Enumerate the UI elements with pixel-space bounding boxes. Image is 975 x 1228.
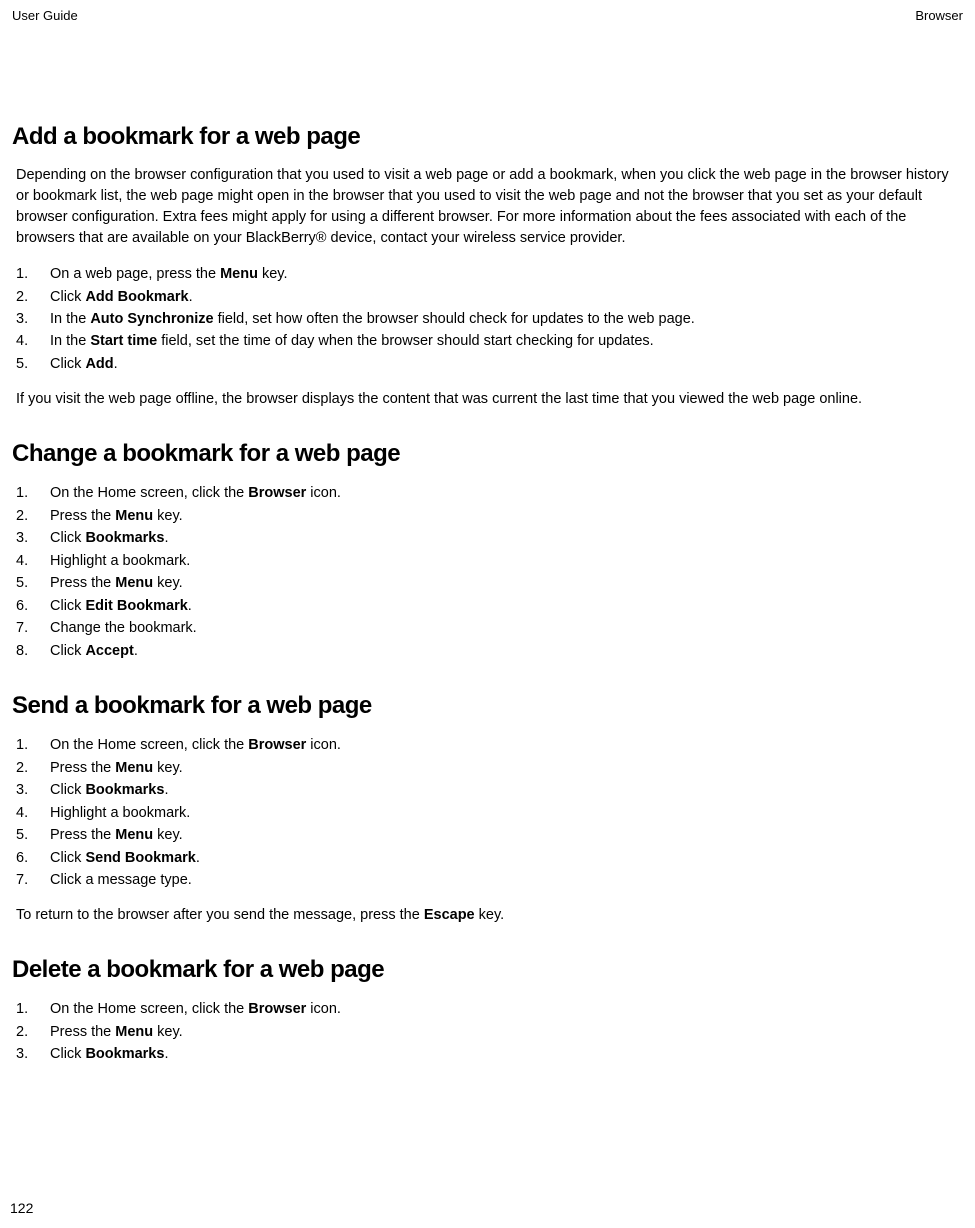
section-delete-title: Delete a bookmark for a web page: [12, 956, 963, 984]
list-item: On the Home screen, click the Browser ic…: [16, 734, 963, 756]
list-item: On a web page, press the Menu key.: [16, 263, 963, 285]
list-item: Highlight a bookmark.: [16, 802, 963, 824]
list-item: Press the Menu key.: [16, 572, 963, 594]
list-item: Change the bookmark.: [16, 617, 963, 639]
section-add-steps: On a web page, press the Menu key. Click…: [16, 263, 963, 375]
page-number: 122: [10, 1200, 33, 1216]
header-right: Browser: [915, 8, 963, 23]
header-left: User Guide: [12, 8, 78, 23]
list-item: Press the Menu key.: [16, 757, 963, 779]
list-item: Click Edit Bookmark.: [16, 595, 963, 617]
list-item: Press the Menu key.: [16, 505, 963, 527]
section-change-title: Change a bookmark for a web page: [12, 440, 963, 468]
list-item: Click Bookmarks.: [16, 1043, 963, 1065]
list-item: On the Home screen, click the Browser ic…: [16, 482, 963, 504]
section-delete-steps: On the Home screen, click the Browser ic…: [16, 998, 963, 1065]
list-item: Press the Menu key.: [16, 824, 963, 846]
list-item: On the Home screen, click the Browser ic…: [16, 998, 963, 1020]
list-item: Click Bookmarks.: [16, 527, 963, 549]
list-item: Click Add Bookmark.: [16, 286, 963, 308]
section-add-after: If you visit the web page offline, the b…: [16, 389, 963, 410]
list-item: Press the Menu key.: [16, 1021, 963, 1043]
list-item: Click Add.: [16, 353, 963, 375]
list-item: Click Accept.: [16, 640, 963, 662]
list-item: Click a message type.: [16, 869, 963, 891]
section-add-intro: Depending on the browser configuration t…: [16, 165, 963, 249]
section-send-after: To return to the browser after you send …: [16, 905, 963, 926]
list-item: Click Bookmarks.: [16, 779, 963, 801]
list-item: Click Send Bookmark.: [16, 847, 963, 869]
list-item: In the Auto Synchronize field, set how o…: [16, 308, 963, 330]
page-header: User Guide Browser: [12, 8, 963, 23]
section-send-title: Send a bookmark for a web page: [12, 692, 963, 720]
section-add-title: Add a bookmark for a web page: [12, 123, 963, 151]
section-send-steps: On the Home screen, click the Browser ic…: [16, 734, 963, 891]
list-item: In the Start time field, set the time of…: [16, 330, 963, 352]
section-change-steps: On the Home screen, click the Browser ic…: [16, 482, 963, 662]
list-item: Highlight a bookmark.: [16, 550, 963, 572]
